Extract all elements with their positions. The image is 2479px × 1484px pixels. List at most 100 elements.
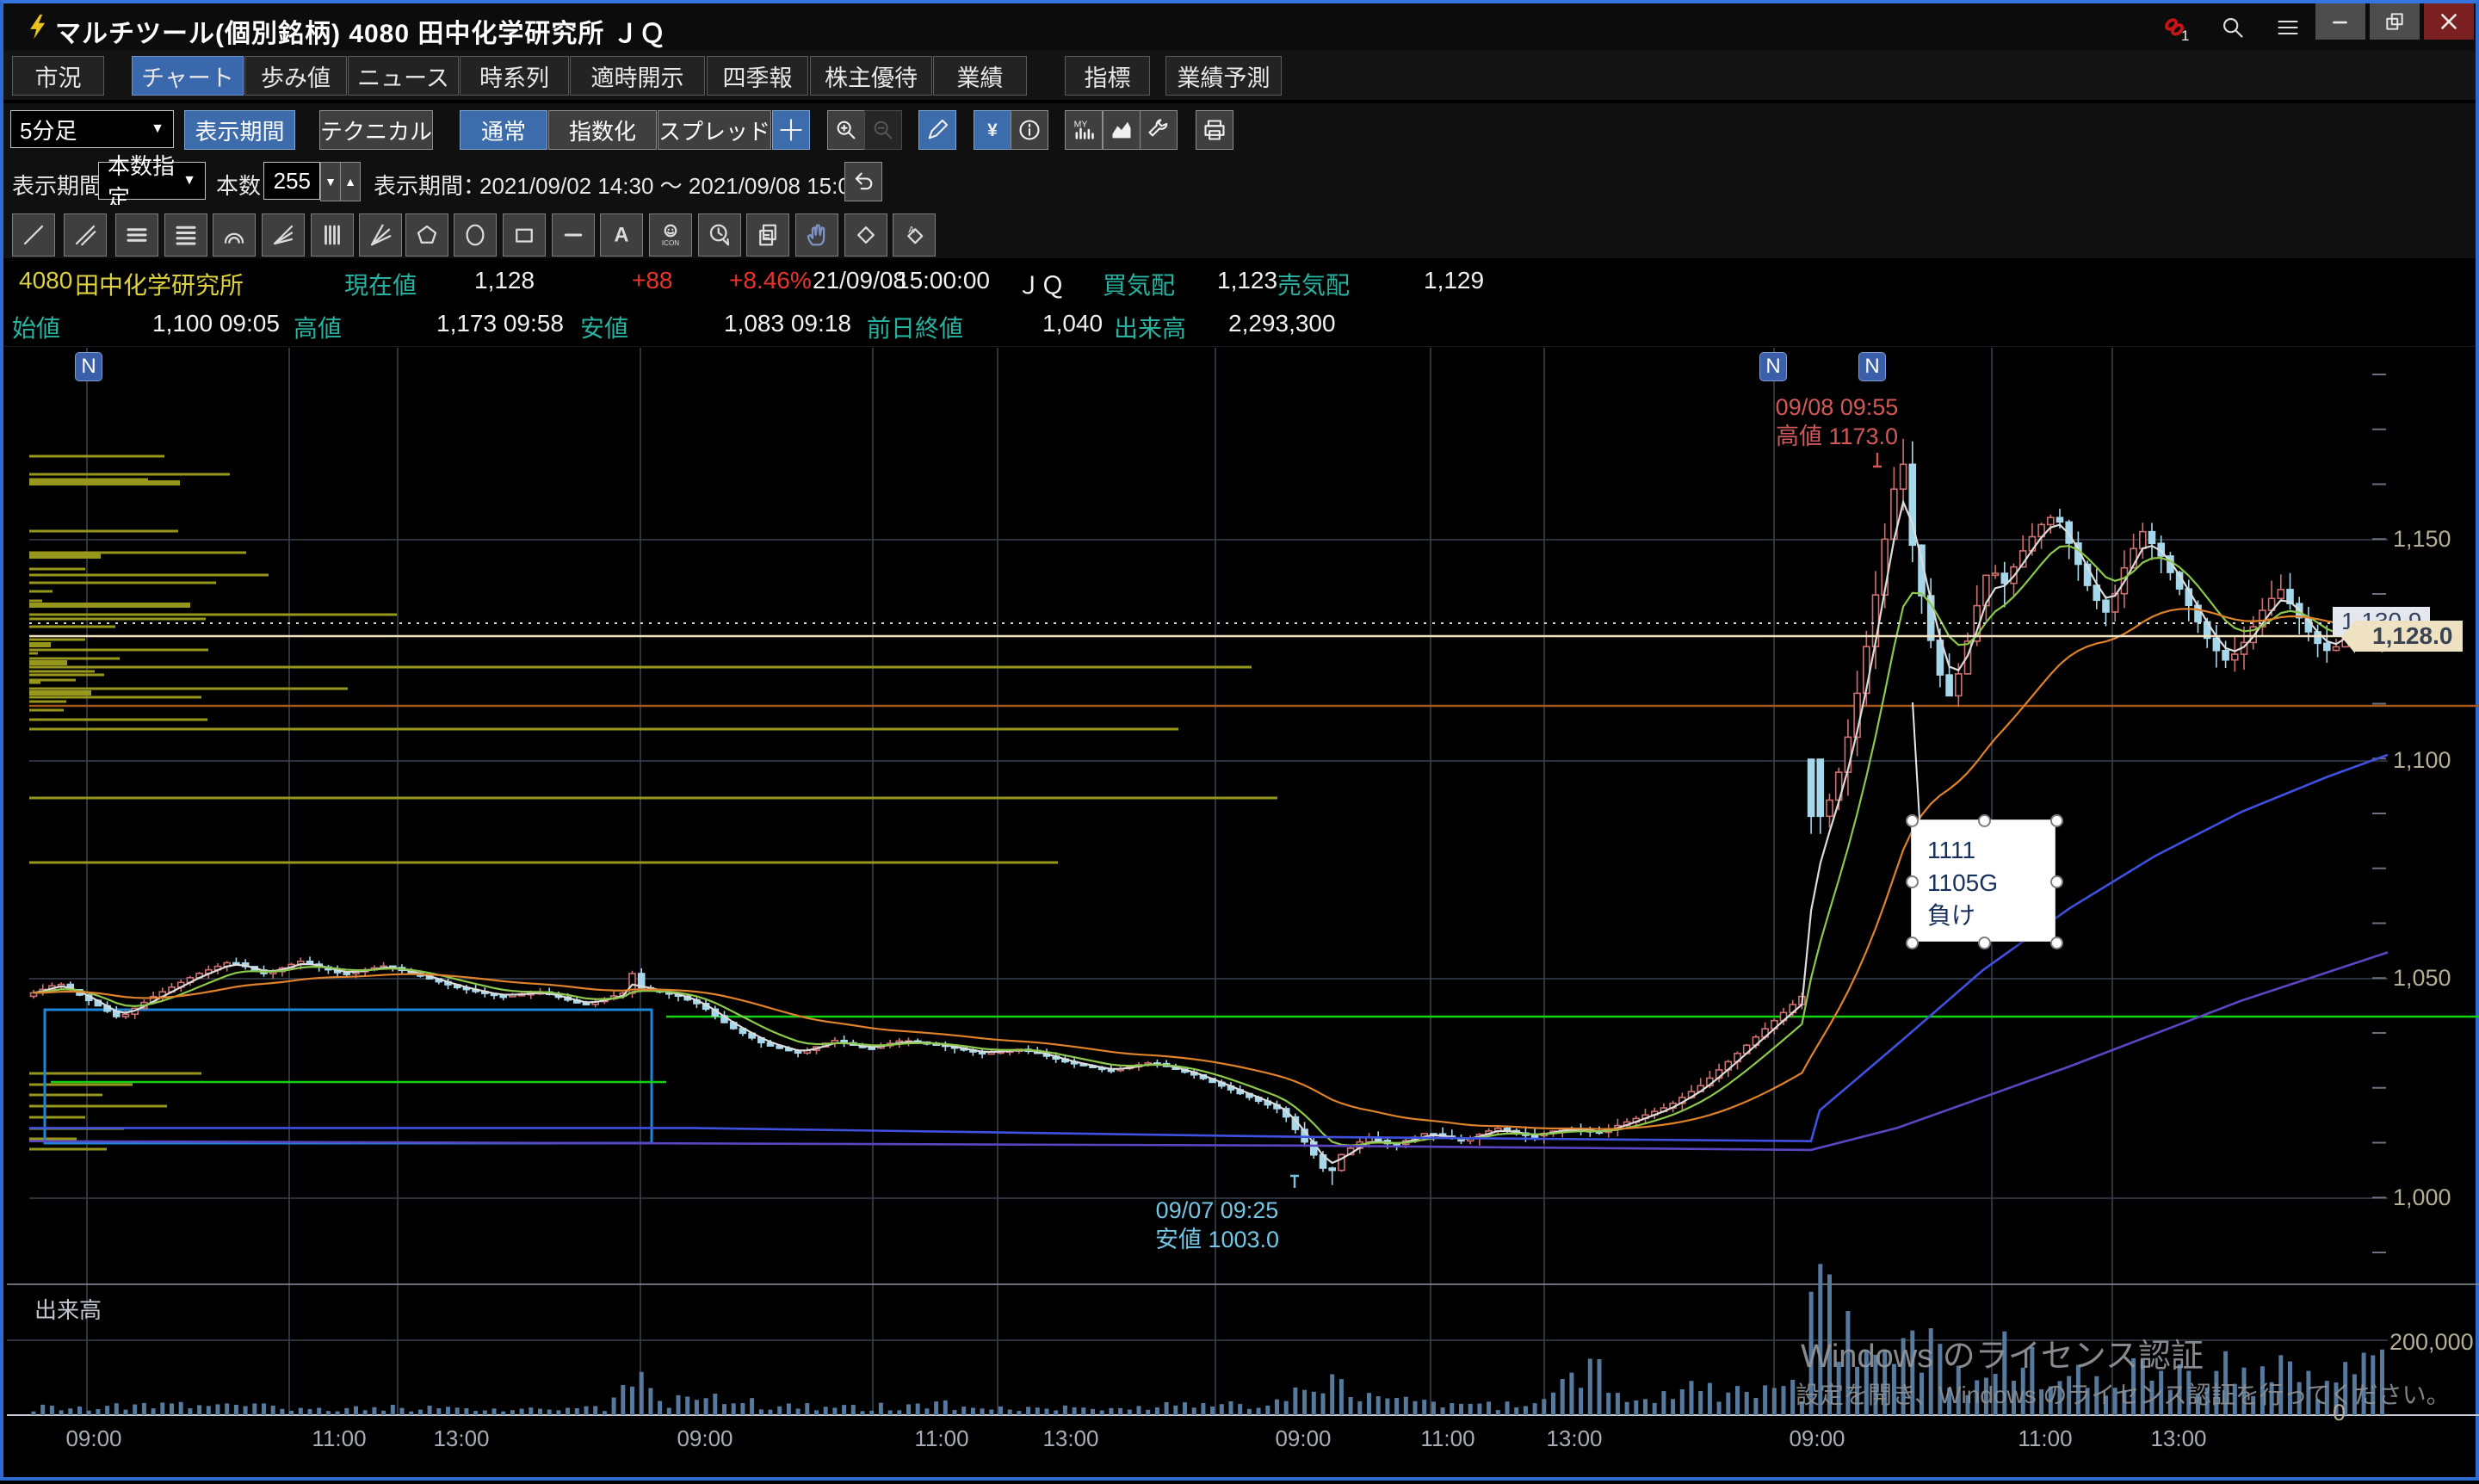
app-logo-icon	[24, 12, 53, 46]
fan-icon[interactable]	[262, 213, 305, 257]
eraser-all-icon[interactable]: A	[893, 213, 936, 257]
my-chart-button[interactable]: MY	[1065, 110, 1103, 150]
info-button[interactable]	[1011, 110, 1048, 150]
printer-button[interactable]	[1196, 110, 1233, 150]
tab-指標[interactable]: 指標	[1065, 56, 1150, 96]
text-a-icon[interactable]: A	[600, 213, 643, 257]
volume-pane-label: 出来高	[34, 1293, 102, 1325]
quote-value: 1,123	[1217, 267, 1277, 294]
tab-時系列[interactable]: 時系列	[460, 56, 569, 96]
wrench-button[interactable]	[1140, 110, 1178, 150]
gann-fan-icon[interactable]	[359, 213, 402, 257]
period-label: 表示期間	[12, 169, 102, 201]
svg-text:A: A	[614, 224, 628, 247]
restore-button[interactable]	[2370, 3, 2420, 40]
x-axis-label: 09:00	[653, 1425, 757, 1452]
x-axis-label: 13:00	[410, 1425, 513, 1452]
x-axis-label: 11:00	[287, 1425, 391, 1452]
selection-handle[interactable]	[1906, 875, 1919, 888]
toolbar-button-表示期間[interactable]: 表示期間	[184, 110, 295, 150]
close-button[interactable]	[2424, 3, 2474, 40]
low-annotation: 09/07 09:25 安値 1003.0	[1122, 1196, 1312, 1254]
volume-axis-label: 200,000	[2389, 1329, 2474, 1356]
count-input[interactable]: 255	[263, 162, 320, 200]
titlebar: マルチツール(個別銘柄) 4080 田中化学研究所 ＪＱ 1	[3, 3, 2476, 50]
y-axis-label: 1,000	[2393, 1184, 2451, 1211]
minimize-button[interactable]	[2315, 3, 2365, 40]
ma-long-purple	[29, 952, 2388, 1150]
count-down-button[interactable]: ▼	[320, 162, 341, 201]
range-value: 2021/09/02 14:30 ～ 2021/09/08 15:00	[479, 169, 862, 201]
toolbar-button-スプレッド[interactable]: スプレッド	[658, 110, 771, 150]
selection-handle[interactable]	[2050, 875, 2063, 888]
tab-四季報[interactable]: 四季報	[707, 56, 808, 96]
pencil-line-icon[interactable]	[64, 213, 107, 257]
selection-handle[interactable]	[2050, 814, 2063, 827]
search-icon[interactable]	[2214, 10, 2252, 45]
tab-業績予測[interactable]: 業績予測	[1165, 56, 1282, 96]
pencil-button[interactable]	[918, 110, 956, 150]
tab-業績[interactable]: 業績	[933, 56, 1027, 96]
zoom-out-icon-button[interactable]	[864, 110, 902, 150]
tab-株主優待[interactable]: 株主優待	[810, 56, 932, 96]
x-axis-label: 11:00	[1396, 1425, 1499, 1452]
selection-handle[interactable]	[1978, 814, 1991, 827]
toolbar-button-通常[interactable]: 通常	[460, 110, 547, 150]
tab-ニュース[interactable]: ニュース	[348, 56, 459, 96]
quote-label: 出来高	[1114, 310, 1186, 344]
quote-value: 2,293,300	[1228, 310, 1336, 337]
reload-icon[interactable]	[844, 162, 882, 201]
quote-value: 4080	[19, 267, 72, 294]
quote-label: 現在値	[344, 267, 417, 301]
pentagon-icon[interactable]	[405, 213, 448, 257]
copy-icon[interactable]	[746, 213, 789, 257]
news-badge[interactable]: N	[1858, 352, 1886, 381]
yen-button[interactable]: ¥	[974, 110, 1011, 150]
tab-チャート[interactable]: チャート	[132, 56, 244, 96]
drawing-toolbar: A ICON A	[3, 205, 2476, 258]
toolbar-button-テクニカル[interactable]: テクニカル	[319, 110, 433, 150]
tab-適時開示[interactable]: 適時開示	[570, 56, 705, 96]
vlines-icon[interactable]	[311, 213, 354, 257]
eraser-icon[interactable]	[844, 213, 887, 257]
count-label: 本数	[216, 169, 261, 201]
crosshair-button[interactable]	[772, 110, 810, 150]
selection-handle[interactable]	[1906, 937, 1919, 949]
zoom-in-icon-button[interactable]	[827, 110, 865, 150]
selection-handle[interactable]	[1906, 814, 1919, 827]
note-line: 1105G	[1927, 867, 2055, 900]
quote-value: 21/09/08	[813, 267, 906, 294]
drawn-rectangle[interactable]	[45, 1010, 652, 1143]
count-up-button[interactable]: ▲	[340, 162, 361, 201]
news-badge[interactable]: N	[1759, 352, 1787, 381]
selection-handle[interactable]	[2050, 937, 2063, 949]
news-badge[interactable]: N	[75, 352, 102, 381]
hand-icon[interactable]	[795, 213, 838, 257]
note-line: 1111	[1927, 834, 2055, 867]
hlines4-icon[interactable]	[164, 213, 207, 257]
line-icon[interactable]	[12, 213, 55, 257]
hline-icon[interactable]	[552, 213, 595, 257]
icon-stamp-icon[interactable]: ICON	[649, 213, 692, 257]
y-axis-label: 1,150	[2393, 526, 2451, 553]
note-annotation[interactable]: 11111105G負け	[1911, 819, 2056, 942]
hlines3-icon[interactable]	[115, 213, 158, 257]
fib-arc-icon[interactable]	[213, 213, 256, 257]
high-annotation: 09/08 09:55 高値 1173.0	[1751, 393, 1923, 451]
menu-icon[interactable]	[2269, 10, 2307, 45]
x-axis-label: 09:00	[1765, 1425, 1869, 1452]
tab-市況[interactable]: 市況	[12, 56, 104, 96]
toolbar-button-指数化[interactable]: 指数化	[548, 110, 657, 150]
x-axis-label: 13:00	[2127, 1425, 2230, 1452]
link-icon[interactable]: 1	[2155, 10, 2193, 45]
interval-select[interactable]: 5分足▼	[10, 110, 174, 148]
clock-arrow-icon[interactable]	[698, 213, 741, 257]
area-chart-button[interactable]	[1103, 110, 1141, 150]
selection-handle[interactable]	[1978, 937, 1991, 949]
ellipse-icon[interactable]	[454, 213, 497, 257]
tab-歩み値[interactable]: 歩み値	[244, 56, 347, 96]
quote-value: 1,128	[474, 267, 535, 294]
quote-label: 買気配	[1103, 267, 1175, 301]
period-mode-select[interactable]: 本数指定▼	[98, 162, 206, 200]
rectangle-icon[interactable]	[503, 213, 546, 257]
